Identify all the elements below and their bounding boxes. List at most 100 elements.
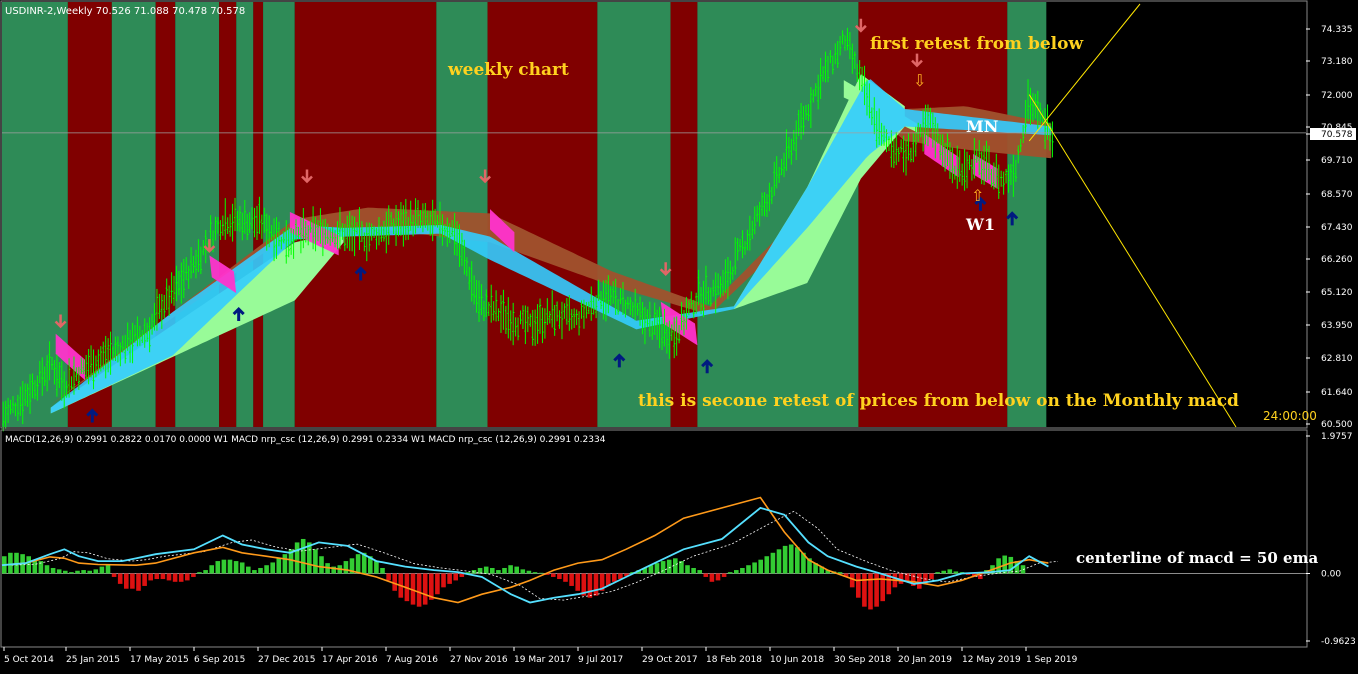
price-tick-label-11: 62.810 [1321, 354, 1353, 364]
macd-bar-30 [185, 573, 190, 581]
macd-bar-79 [483, 566, 489, 574]
annotation-centerline: centerline of macd = 50 ema [1076, 549, 1318, 567]
macd-bar-49 [300, 538, 306, 574]
annotation-weekly-chart: weekly chart [447, 60, 569, 80]
macd-bar-37 [227, 559, 233, 574]
price-tick-label-8: 66.260 [1321, 255, 1353, 265]
macd-bar-97 [593, 573, 599, 596]
macd-bar-62 [380, 567, 385, 574]
time-tick-label-8: 19 Mar 2017 [514, 655, 571, 665]
macd-bar-115 [703, 573, 709, 577]
time-tick-label-3: 6 Sep 2015 [194, 655, 245, 665]
macd-bar-38 [233, 561, 239, 574]
time-tick-label-1: 25 Jan 2015 [66, 655, 120, 665]
macd-bar-44 [270, 562, 275, 574]
macd-bar-39 [239, 562, 245, 574]
time-tick-label-2: 17 May 2015 [130, 655, 189, 665]
price-tick-label-13: 60.500 [1321, 420, 1353, 430]
macd-bar-92 [563, 573, 568, 582]
macd-bar-46 [282, 554, 288, 574]
time-tick-label-7: 27 Nov 2016 [450, 655, 508, 665]
time-tick-label-12: 10 Jun 2018 [770, 655, 824, 665]
macd-bar-36 [221, 559, 227, 574]
macd-bar-126 [770, 552, 776, 574]
macd-bar-122 [746, 565, 751, 574]
macd-bar-29 [178, 573, 184, 582]
macd-bar-27 [166, 573, 172, 581]
macd-bar-14 [87, 570, 92, 574]
macd-header: MACD(12,26,9) 0.2991 0.2822 0.0170 0.000… [5, 435, 606, 445]
price-tick-label-4: 70.578 [1321, 130, 1353, 140]
macd-bar-21 [130, 573, 135, 589]
macd-bar-34 [209, 565, 214, 574]
macd-bar-124 [758, 559, 763, 574]
price-tick-label-0: 74.335 [1321, 25, 1353, 35]
macd-bar-1 [8, 552, 13, 574]
time-tick-label-0: 5 Oct 2014 [4, 655, 54, 665]
macd-bar-26 [160, 573, 166, 580]
macd-bar-84 [514, 566, 519, 574]
macd-bar-125 [764, 556, 770, 574]
macd-bar-16 [99, 566, 105, 574]
time-tick-label-15: 12 May 2019 [962, 655, 1021, 665]
macd-bar-78 [477, 567, 483, 574]
zone-12 [597, 2, 671, 427]
macd-bar-9 [56, 569, 62, 574]
price-tick-label-10: 63.950 [1321, 321, 1353, 331]
macd-bar-91 [557, 573, 562, 580]
macd-bar-117 [715, 573, 721, 581]
macd-bar-56 [343, 561, 349, 574]
countdown-timer: 24:00:00 [1263, 409, 1317, 423]
macd-bar-80 [490, 567, 495, 574]
macd-bar-153 [935, 572, 940, 574]
hollow-up-arrow-icon: ⇧ [971, 186, 984, 205]
macd-bar-31 [191, 573, 196, 577]
macd-bar-94 [575, 573, 580, 591]
macd-bar-154 [941, 570, 946, 574]
macd-bar-71 [435, 573, 440, 595]
time-tick-label-16: 1 Sep 2019 [1026, 655, 1078, 665]
macd-bar-12 [75, 570, 80, 574]
price-tick-label-7: 67.430 [1321, 223, 1353, 233]
price-tick-label-12: 61.640 [1321, 388, 1353, 398]
macd-bar-108 [660, 561, 666, 574]
macd-bar-18 [111, 573, 117, 577]
annotation-first-retest: first retest from below [870, 34, 1083, 54]
macd-bar-140 [856, 573, 861, 598]
time-tick-label-10: 29 Oct 2017 [642, 655, 698, 665]
macd-tick-label-2: -0.9623 [1321, 637, 1356, 647]
macd-tick-label-0: 1.9757 [1321, 432, 1353, 442]
macd-bar-109 [666, 559, 672, 574]
macd-bar-83 [508, 565, 513, 574]
zone-4 [175, 2, 220, 427]
price-tick-label-5: 69.710 [1321, 156, 1353, 166]
macd-bar-74 [453, 573, 458, 581]
macd-bar-155 [947, 569, 953, 574]
macd-bar-42 [258, 567, 263, 574]
macd-bar-69 [422, 573, 428, 605]
zone-0 [2, 2, 68, 427]
annotation-second-retest: this is secone retest of prices from bel… [638, 391, 1239, 411]
macd-bar-28 [172, 573, 178, 582]
macd-bar-152 [929, 573, 934, 580]
time-tick-label-6: 7 Aug 2016 [386, 655, 438, 665]
macd-bar-43 [264, 565, 269, 574]
macd-bar-23 [142, 573, 147, 586]
macd-bar-63 [386, 573, 391, 581]
time-tick-label-13: 30 Sep 2018 [834, 655, 891, 665]
macd-bar-40 [246, 566, 251, 574]
chart-root: 74.33573.18072.00070.84570.57869.71068.5… [0, 0, 1358, 670]
macd-bar-139 [849, 573, 855, 588]
macd-bar-24 [148, 573, 153, 581]
macd-bar-20 [124, 573, 129, 589]
macd-bar-116 [709, 573, 715, 582]
macd-bar-120 [734, 570, 739, 574]
zone-13 [670, 2, 698, 427]
macd-bar-45 [276, 558, 282, 574]
price-tick-label-9: 65.120 [1321, 288, 1353, 298]
macd-bar-8 [50, 567, 56, 574]
time-tick-label-4: 27 Dec 2015 [258, 655, 316, 665]
time-tick-label-14: 20 Jan 2019 [898, 655, 952, 665]
price-tick-label-2: 72.000 [1321, 91, 1353, 101]
macd-bar-88 [538, 572, 544, 574]
